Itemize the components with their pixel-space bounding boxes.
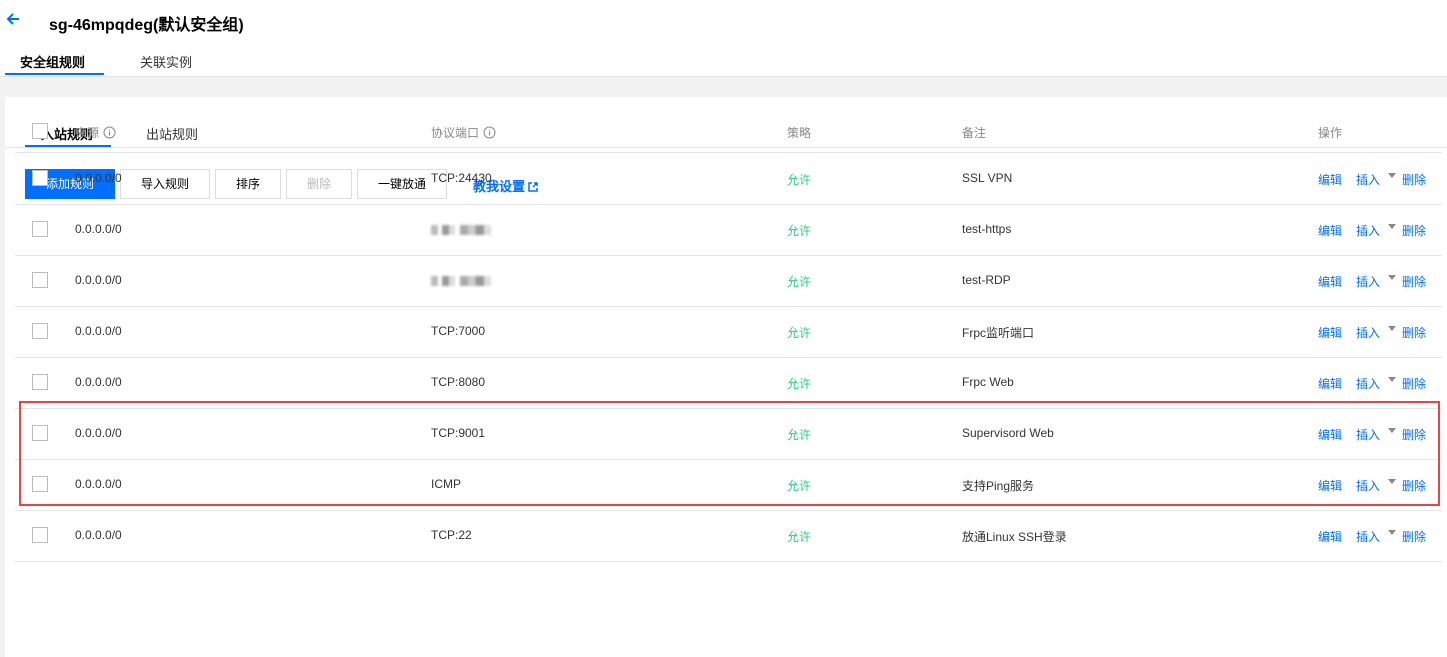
- row-delete-link[interactable]: 删除: [1402, 171, 1426, 188]
- insert-link[interactable]: 插入: [1356, 477, 1380, 494]
- top-bar: sg-46mpqdeg(默认安全组) 安全组规则 关联实例: [0, 0, 1447, 77]
- edit-link[interactable]: 编辑: [1318, 273, 1342, 290]
- edit-link[interactable]: 编辑: [1318, 426, 1342, 443]
- source-cell: 0.0.0.0/0: [75, 171, 122, 185]
- column-header-protocol-port-label: 协议端口: [431, 126, 480, 140]
- table-header: 来源 协议端口 策略 备注 操作: [15, 111, 1442, 153]
- row-delete-link[interactable]: 删除: [1402, 477, 1426, 494]
- back-arrow-icon[interactable]: [4, 10, 22, 28]
- edit-link[interactable]: 编辑: [1318, 222, 1342, 239]
- policy-cell: 允许: [787, 173, 812, 187]
- remark-cell: 支持Ping服务: [962, 479, 1035, 493]
- policy-cell: 允许: [787, 275, 812, 289]
- edit-link[interactable]: 编辑: [1318, 324, 1342, 341]
- policy-cell: 允许: [787, 530, 812, 544]
- column-header-actions: 操作: [1318, 126, 1343, 140]
- edit-link[interactable]: 编辑: [1318, 375, 1342, 392]
- policy-cell: 允许: [787, 479, 812, 493]
- row-checkbox[interactable]: [32, 221, 48, 237]
- source-cell: 0.0.0.0/0: [75, 222, 122, 236]
- info-icon[interactable]: [483, 126, 496, 139]
- insert-link[interactable]: 插入: [1356, 528, 1380, 545]
- port-cell-redacted: [431, 273, 491, 287]
- source-cell: 0.0.0.0/0: [75, 477, 122, 491]
- source-cell: 0.0.0.0/0: [75, 528, 122, 542]
- select-all-checkbox[interactable]: [32, 123, 48, 139]
- insert-dropdown-caret-icon[interactable]: [1388, 224, 1396, 229]
- table-row: 0.0.0.0/0 允许 test-https 编辑 插入 删除: [15, 205, 1442, 256]
- insert-dropdown-caret-icon[interactable]: [1388, 428, 1396, 433]
- row-checkbox[interactable]: [32, 374, 48, 390]
- insert-link[interactable]: 插入: [1356, 426, 1380, 443]
- row-delete-link[interactable]: 删除: [1402, 273, 1426, 290]
- policy-cell: 允许: [787, 326, 812, 340]
- table-row: 0.0.0.0/0 TCP:8080 允许 Frpc Web 编辑 插入 删除: [15, 358, 1442, 409]
- column-header-remark: 备注: [962, 126, 987, 140]
- insert-dropdown-caret-icon[interactable]: [1388, 377, 1396, 382]
- table-row: 0.0.0.0/0 TCP:22 允许 放通Linux SSH登录 编辑 插入 删除: [15, 511, 1442, 562]
- insert-link[interactable]: 插入: [1356, 273, 1380, 290]
- port-cell: TCP:24430: [431, 171, 492, 185]
- row-checkbox[interactable]: [32, 323, 48, 339]
- table-row: 0.0.0.0/0 允许 test-RDP 编辑 插入 删除: [15, 256, 1442, 307]
- remark-cell: Frpc Web: [962, 375, 1014, 389]
- source-cell: 0.0.0.0/0: [75, 375, 122, 389]
- edit-link[interactable]: 编辑: [1318, 171, 1342, 188]
- table-row: 0.0.0.0/0 TCP:9001 允许 Supervisord Web 编辑 插入 删除: [15, 409, 1442, 460]
- active-tab-indicator: [5, 73, 104, 75]
- port-cell-redacted: [431, 222, 491, 236]
- policy-cell: 允许: [787, 377, 812, 391]
- insert-dropdown-caret-icon[interactable]: [1388, 173, 1396, 178]
- row-checkbox[interactable]: [32, 425, 48, 441]
- port-cell: TCP:7000: [431, 324, 486, 338]
- table-row: 0.0.0.0/0 ICMP 允许 支持Ping服务 编辑 插入 删除: [15, 460, 1442, 511]
- source-cell: 0.0.0.0/0: [75, 273, 122, 287]
- insert-dropdown-caret-icon[interactable]: [1388, 530, 1396, 535]
- row-checkbox[interactable]: [32, 170, 48, 186]
- source-cell: 0.0.0.0/0: [75, 324, 122, 338]
- info-icon[interactable]: [103, 126, 116, 139]
- remark-cell: test-RDP: [962, 273, 1011, 287]
- port-cell: TCP:9001: [431, 426, 486, 440]
- row-checkbox[interactable]: [32, 476, 48, 492]
- remark-cell: test-https: [962, 222, 1012, 236]
- policy-cell: 允许: [787, 428, 812, 442]
- table-row: 0.0.0.0/0 TCP:24430 允许 SSL VPN 编辑 插入 删除: [15, 154, 1442, 205]
- port-cell: TCP:8080: [431, 375, 486, 389]
- insert-dropdown-caret-icon[interactable]: [1388, 275, 1396, 280]
- remark-cell: Supervisord Web: [962, 426, 1054, 440]
- remark-cell: 放通Linux SSH登录: [962, 530, 1067, 544]
- row-delete-link[interactable]: 删除: [1402, 375, 1426, 392]
- page-title: sg-46mpqdeg(默认安全组): [49, 17, 244, 34]
- remark-cell: SSL VPN: [962, 171, 1013, 185]
- policy-cell: 允许: [787, 224, 812, 238]
- row-delete-link[interactable]: 删除: [1402, 222, 1426, 239]
- tab-associated-instances[interactable]: 关联实例: [140, 52, 192, 76]
- insert-dropdown-caret-icon[interactable]: [1388, 479, 1396, 484]
- port-cell: TCP:22: [431, 528, 472, 542]
- insert-link[interactable]: 插入: [1356, 222, 1380, 239]
- table-row: 0.0.0.0/0 TCP:7000 允许 Frpc监听端口 编辑 插入 删除: [15, 307, 1442, 358]
- insert-link[interactable]: 插入: [1356, 171, 1380, 188]
- edit-link[interactable]: 编辑: [1318, 477, 1342, 494]
- insert-dropdown-caret-icon[interactable]: [1388, 326, 1396, 331]
- row-checkbox[interactable]: [32, 272, 48, 288]
- source-cell: 0.0.0.0/0: [75, 426, 122, 440]
- row-delete-link[interactable]: 删除: [1402, 528, 1426, 545]
- row-delete-link[interactable]: 删除: [1402, 324, 1426, 341]
- insert-link[interactable]: 插入: [1356, 324, 1380, 341]
- insert-link[interactable]: 插入: [1356, 375, 1380, 392]
- edit-link[interactable]: 编辑: [1318, 528, 1342, 545]
- column-header-policy: 策略: [787, 126, 812, 140]
- column-header-source: 来源: [75, 124, 116, 141]
- column-header-protocol-port: 协议端口: [431, 124, 496, 141]
- row-checkbox[interactable]: [32, 527, 48, 543]
- column-header-source-label: 来源: [75, 126, 100, 140]
- port-cell: ICMP: [431, 477, 461, 491]
- row-delete-link[interactable]: 删除: [1402, 426, 1426, 443]
- remark-cell: Frpc监听端口: [962, 326, 1035, 340]
